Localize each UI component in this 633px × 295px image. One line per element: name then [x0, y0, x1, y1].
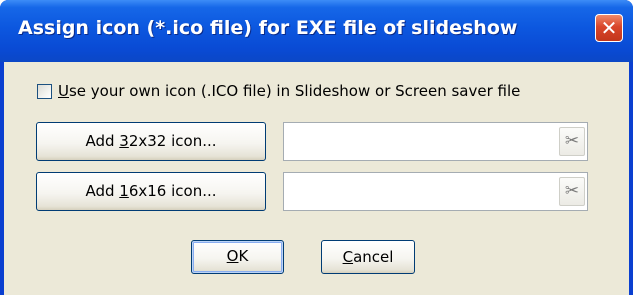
icon-32-path-input[interactable]	[284, 123, 554, 160]
button-text-pre: Add	[85, 182, 120, 200]
icon-16-path-input[interactable]	[284, 173, 554, 210]
ok-button[interactable]: OK	[191, 240, 284, 274]
use-own-icon-label[interactable]: Use your own icon (.ICO file) in Slidesh…	[58, 82, 520, 100]
dialog-window: Assign icon (*.ico file) for EXE file of…	[0, 0, 633, 295]
clear-icon-16-button[interactable]: ✂	[559, 177, 585, 206]
scissors-icon: ✂	[564, 181, 580, 201]
use-own-icon-checkbox[interactable]	[37, 83, 52, 99]
button-text-post: 2x32 icon...	[128, 132, 217, 150]
mnemonic: U	[58, 82, 69, 100]
button-text-post: K	[238, 247, 249, 265]
label-text: se your own icon (.ICO file) in Slidesho…	[68, 82, 521, 100]
mnemonic: 3	[119, 132, 129, 150]
button-text-pre: Add	[85, 132, 120, 150]
button-text-post: 6x16 icon...	[128, 182, 217, 200]
button-text-post: ancel	[353, 248, 394, 266]
mnemonic: C	[342, 248, 354, 266]
add-16x16-icon-button[interactable]: Add 16x16 icon...	[36, 172, 266, 211]
add-32x32-icon-button[interactable]: Add 32x32 icon...	[36, 122, 266, 161]
use-own-icon-option[interactable]: Use your own icon (.ICO file) in Slidesh…	[37, 82, 520, 100]
close-icon: ✕	[600, 16, 618, 40]
clear-icon-32-button[interactable]: ✂	[559, 127, 585, 156]
cancel-button[interactable]: Cancel	[321, 240, 415, 274]
dialog-body: Use your own icon (.ICO file) in Slidesh…	[4, 62, 629, 295]
close-button[interactable]: ✕	[595, 14, 623, 42]
mnemonic: 1	[119, 182, 129, 200]
mnemonic: O	[226, 247, 239, 265]
icon-32-path-field[interactable]: ✂	[283, 122, 588, 161]
scissors-icon: ✂	[564, 131, 580, 151]
title-bar[interactable]: Assign icon (*.ico file) for EXE file of…	[0, 0, 633, 62]
window-title: Assign icon (*.ico file) for EXE file of…	[18, 17, 518, 39]
icon-16-path-field[interactable]: ✂	[283, 172, 588, 211]
